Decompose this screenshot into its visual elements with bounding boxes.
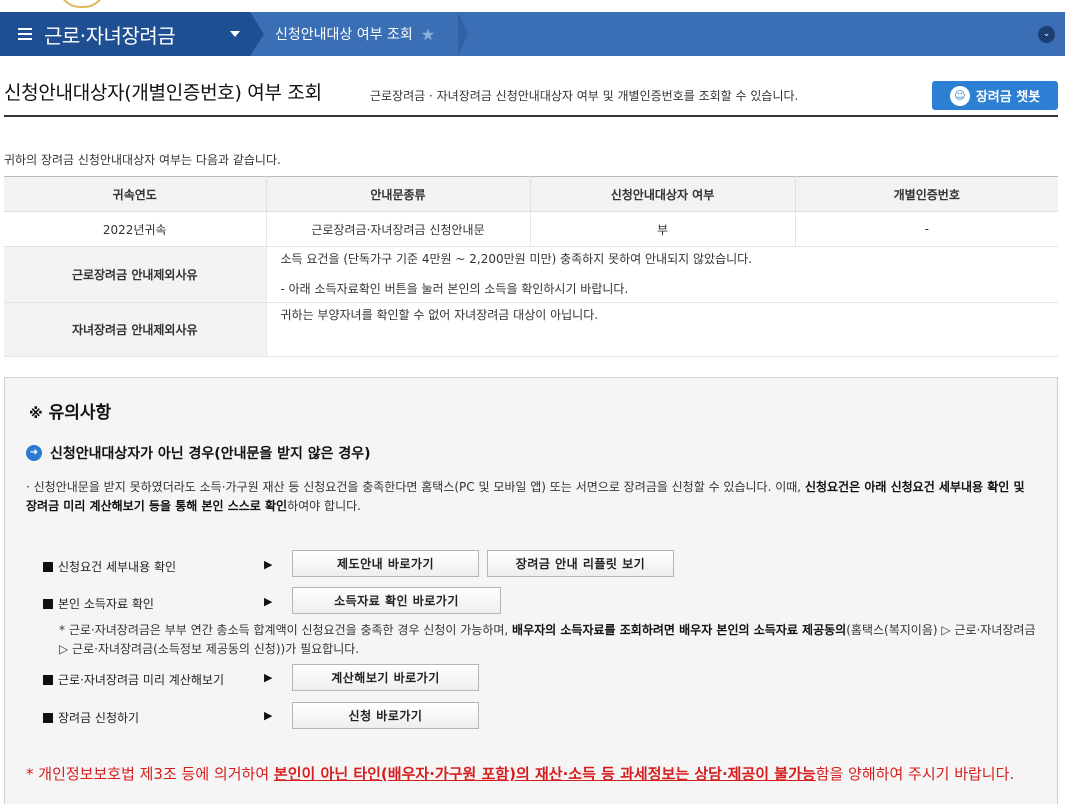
- hamburger-icon[interactable]: [18, 28, 32, 40]
- apply-button[interactable]: 신청 바로가기: [292, 702, 479, 729]
- result-table: 귀속연도 안내문종류 신청안내대상자 여부 개별인증번호 2022년귀속 근로장…: [4, 176, 1058, 357]
- cell-doc-type: 근로장려금·자녀장려금 신청안내문: [266, 211, 531, 247]
- work-reason-text: 소득 요건을 (단독가구 기준 4만원 ~ 2,200만원 미만) 충족하지 못…: [266, 246, 1058, 303]
- square-bullet-icon: [43, 561, 53, 572]
- table-header-row: 귀속연도 안내문종류 신청안내대상자 여부 개별인증번호: [4, 176, 1058, 212]
- arrow-right-icon: ▶: [264, 558, 273, 571]
- header-doc-type: 안내문종류: [266, 176, 531, 212]
- case-text-part-1: · 신청안내문을 받지 못하였더라도 소득·가구원 재산 등 신청요건을 충족한…: [26, 480, 805, 494]
- arrow-circle-icon: ➜: [26, 445, 42, 461]
- cell-eligible: 부: [530, 211, 796, 247]
- top-strip: [0, 0, 1065, 12]
- system-guide-button[interactable]: 제도안내 바로가기: [292, 550, 479, 577]
- intro-text: 귀하의 장려금 신청안내대상자 여부는 다음과 같습니다.: [4, 153, 281, 167]
- action-row-apply: 장려금 신청하기: [43, 709, 139, 726]
- reference-mark-icon: ※: [29, 406, 43, 422]
- privacy-warning: * 개인정보보호법 제3조 등에 의거하여 본인이 아닌 타인(배우자·가구원 …: [26, 764, 1036, 785]
- header-year: 귀속연도: [4, 176, 267, 212]
- warning-part-2: 함을 양해하여 주시기 바랍니다.: [815, 765, 1015, 783]
- work-reason-line-2: - 아래 소득자료확인 버튼을 눌러 본인의 소득을 확인하시기 바랍니다.: [280, 282, 629, 296]
- action-label: 신청요건 세부내용 확인: [58, 560, 177, 574]
- spouse-note-part-1: * 근로·자녀장려금은 부부 연간 총소득 합계액이 신청요건을 충족한 경우 …: [59, 623, 513, 637]
- notice-title: ※ 유의사항: [29, 398, 111, 423]
- child-reason-row: 자녀장려금 안내제외사유 귀하는 부양자녀를 확인할 수 없어 자녀장려금 대상…: [4, 302, 1058, 357]
- child-reason-label: 자녀장려금 안내제외사유: [4, 302, 267, 357]
- arrow-right-icon: ▶: [264, 671, 273, 684]
- cell-year: 2022년귀속: [4, 211, 267, 247]
- expand-icon[interactable]: ⌄: [1038, 26, 1055, 43]
- warning-part-1: * 개인정보보호법 제3조 등에 의거하여: [26, 765, 274, 783]
- square-bullet-icon: [43, 712, 53, 723]
- square-bullet-icon: [43, 598, 53, 609]
- action-row-calculate: 근로·자녀장려금 미리 계산해보기: [43, 671, 224, 688]
- chatbot-button[interactable]: ☺ 장려금 챗봇: [932, 81, 1058, 110]
- spouse-note: * 근로·자녀장려금은 부부 연간 총소득 합계액이 신청요건을 충족한 경우 …: [59, 621, 1039, 659]
- arrow-right-icon: ▶: [264, 709, 273, 722]
- calculate-button[interactable]: 계산해보기 바로가기: [292, 664, 479, 691]
- child-reason-line: 귀하는 부양자녀를 확인할 수 없어 자녀장려금 대상이 아닙니다.: [280, 308, 599, 322]
- breadcrumb-separator: [458, 12, 468, 56]
- warning-underline: 본인이 아닌 타인(배우자·가구원 포함)의 재산·소득 등 과세정보는 상담·…: [273, 765, 816, 783]
- income-check-button[interactable]: 소득자료 확인 바로가기: [292, 587, 501, 614]
- notice-box: ※ 유의사항 ➜ 신청안내대상자가 아닌 경우(안내문을 받지 않은 경우) · …: [4, 377, 1058, 804]
- spouse-note-bold: 배우자의 소득자료를 조회하려면 배우자 본인의 소득자료 제공동의: [512, 623, 847, 637]
- chevron-down-icon[interactable]: [230, 31, 240, 37]
- nav-title: 근로·자녀장려금: [44, 23, 176, 48]
- child-reason-text: 귀하는 부양자녀를 확인할 수 없어 자녀장려금 대상이 아닙니다.: [266, 302, 1058, 357]
- title-divider: [4, 115, 1058, 117]
- arrow-right-icon: ▶: [264, 595, 273, 608]
- chatbot-label: 장려금 챗봇: [975, 90, 1041, 105]
- chatbot-icon: ☺: [949, 85, 970, 106]
- action-row-requirements: 신청요건 세부내용 확인: [43, 558, 176, 575]
- work-reason-row: 근로장려금 안내제외사유 소득 요건을 (단독가구 기준 4만원 ~ 2,200…: [4, 246, 1058, 303]
- logo-icon: [58, 0, 106, 8]
- action-label: 장려금 신청하기: [58, 711, 140, 725]
- action-row-income: 본인 소득자료 확인: [43, 595, 154, 612]
- action-label: 본인 소득자료 확인: [58, 597, 154, 611]
- header-auth-number: 개별인증번호: [795, 176, 1058, 212]
- nav-separator: [250, 12, 264, 56]
- header-eligible: 신청안내대상자 여부: [530, 176, 796, 212]
- case-text-part-2: 하여야 합니다.: [287, 499, 361, 513]
- action-label: 근로·자녀장려금 미리 계산해보기: [58, 673, 225, 687]
- table-row: 2022년귀속 근로장려금·자녀장려금 신청안내문 부 -: [4, 211, 1058, 247]
- breadcrumb: 신청안내대상 여부 조회 ★: [275, 12, 435, 56]
- case-heading-text: 신청안내대상자가 아닌 경우(안내문을 받지 않은 경우): [50, 446, 371, 462]
- leaflet-button[interactable]: 장려금 안내 리플릿 보기: [487, 550, 674, 577]
- nav-bar: 근로·자녀장려금 신청안내대상 여부 조회 ★ ⌄: [0, 12, 1065, 56]
- page-title: 신청안내대상자(개별인증번호) 여부 조회: [4, 82, 322, 104]
- work-reason-label: 근로장려금 안내제외사유: [4, 246, 267, 303]
- breadcrumb-current: 신청안내대상 여부 조회: [275, 27, 413, 43]
- case-text: · 신청안내문을 받지 못하였더라도 소득·가구원 재산 등 신청요건을 충족한…: [26, 478, 1038, 516]
- page-description: 근로장려금 · 자녀장려금 신청안내대상자 여부 및 개별인증번호를 조회할 수…: [370, 89, 799, 103]
- case-heading: ➜ 신청안내대상자가 아닌 경우(안내문을 받지 않은 경우): [26, 443, 371, 463]
- nav-menu[interactable]: 근로·자녀장려금: [0, 12, 250, 56]
- square-bullet-icon: [43, 674, 53, 685]
- work-reason-line-1: 소득 요건을 (단독가구 기준 4만원 ~ 2,200만원 미만) 충족하지 못…: [280, 252, 753, 266]
- notice-title-text: 유의사항: [48, 403, 112, 423]
- star-icon[interactable]: ★: [421, 25, 435, 44]
- cell-auth-number: -: [795, 211, 1058, 247]
